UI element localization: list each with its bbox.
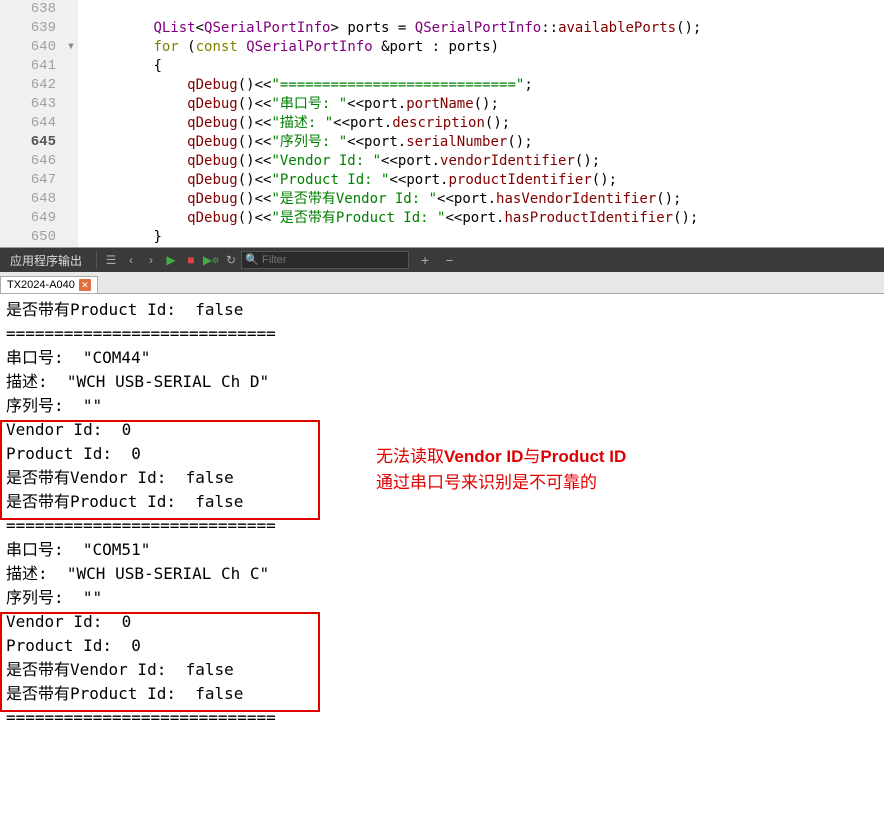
line-number: 646 [0, 152, 64, 171]
line-number: 647 [0, 171, 64, 190]
output-line: 描述: "WCH USB-SERIAL Ch C" [6, 562, 878, 586]
output-line: 描述: "WCH USB-SERIAL Ch D" [6, 370, 878, 394]
code-line[interactable]: 650 } [0, 228, 884, 247]
output-line: 是否带有Product Id: false [6, 682, 878, 706]
fold-marker [64, 114, 78, 133]
next-icon[interactable]: › [141, 250, 161, 270]
output-line: 串口号: "COM44" [6, 346, 878, 370]
code-line[interactable]: 640▾ for (const QSerialPortInfo &port : … [0, 38, 884, 57]
fold-marker [64, 95, 78, 114]
zoom-in-button[interactable]: + [417, 252, 433, 268]
code-line[interactable]: 638 [0, 0, 884, 19]
fold-marker [64, 228, 78, 247]
line-number: 640 [0, 38, 64, 57]
code-text: qDebug()<<"是否带有Product Id: "<<port.hasPr… [78, 209, 698, 228]
output-panel-label: 应用程序输出 [0, 252, 92, 269]
code-line[interactable]: 646 qDebug()<<"Vendor Id: "<<port.vendor… [0, 152, 884, 171]
output-line: ============================ [6, 322, 878, 346]
line-number: 638 [0, 0, 64, 19]
code-text: { [78, 57, 162, 76]
code-line[interactable]: 641 { [0, 57, 884, 76]
output-toolbar: 应用程序输出 ☰ ‹ › ▶ ■ ▶⚙ ↻ 🔍 + − [0, 248, 884, 272]
output-line: ============================ [6, 706, 878, 730]
code-editor[interactable]: 638639 QList<QSerialPortInfo> ports = QS… [0, 0, 884, 248]
code-line[interactable]: 642 qDebug()<<"=========================… [0, 76, 884, 95]
stop-icon[interactable]: ■ [181, 250, 201, 270]
fold-marker [64, 133, 78, 152]
output-tab[interactable]: TX2024-A040 ✕ [0, 276, 98, 293]
output-line: ============================ [6, 514, 878, 538]
code-line[interactable]: 643 qDebug()<<"串口号: "<<port.portName(); [0, 95, 884, 114]
line-number: 642 [0, 76, 64, 95]
output-tab-bar: TX2024-A040 ✕ [0, 272, 884, 294]
line-number: 645 [0, 133, 64, 152]
output-panel[interactable]: 是否带有Product Id: false===================… [0, 294, 884, 734]
annotation-text: 无法读取Vendor ID与Product ID 通过串口号来识别是不可靠的 [376, 444, 626, 496]
tree-icon[interactable]: ☰ [101, 250, 121, 270]
tab-title: TX2024-A040 [7, 279, 75, 291]
code-text: } [78, 228, 162, 247]
output-line: 串口号: "COM51" [6, 538, 878, 562]
run-settings-icon[interactable]: ▶⚙ [201, 250, 221, 270]
prev-icon[interactable]: ‹ [121, 250, 141, 270]
output-line: Vendor Id: 0 [6, 418, 878, 442]
code-line[interactable]: 644 qDebug()<<"描述: "<<port.description()… [0, 114, 884, 133]
code-text: qDebug()<<"是否带有Vendor Id: "<<port.hasVen… [78, 190, 682, 209]
close-icon[interactable]: ✕ [79, 279, 91, 291]
output-line: 是否带有Vendor Id: false [6, 658, 878, 682]
line-number: 641 [0, 57, 64, 76]
line-number: 643 [0, 95, 64, 114]
code-text: qDebug()<<"序列号: "<<port.serialNumber(); [78, 133, 533, 152]
output-line: Product Id: 0 [6, 634, 878, 658]
line-number: 650 [0, 228, 64, 247]
code-text: for (const QSerialPortInfo &port : ports… [78, 38, 499, 57]
fold-marker [64, 209, 78, 228]
code-text: QList<QSerialPortInfo> ports = QSerialPo… [78, 19, 701, 38]
code-text: qDebug()<<"描述: "<<port.description(); [78, 114, 510, 133]
code-line[interactable]: 639 QList<QSerialPortInfo> ports = QSeri… [0, 19, 884, 38]
zoom-out-button[interactable]: − [441, 252, 457, 268]
code-text: qDebug()<<"串口号: "<<port.portName(); [78, 95, 499, 114]
fold-marker [64, 171, 78, 190]
code-line[interactable]: 649 qDebug()<<"是否带有Product Id: "<<port.h… [0, 209, 884, 228]
run-icon[interactable]: ▶ [161, 250, 181, 270]
fold-marker[interactable]: ▾ [64, 38, 78, 57]
fold-marker [64, 0, 78, 19]
code-text [78, 0, 86, 19]
separator [96, 252, 97, 268]
search-icon: 🔍 [245, 253, 259, 266]
output-line: 序列号: "" [6, 394, 878, 418]
line-number: 639 [0, 19, 64, 38]
code-line[interactable]: 645 qDebug()<<"序列号: "<<port.serialNumber… [0, 133, 884, 152]
code-text: qDebug()<<"============================"… [78, 76, 533, 95]
output-line: 是否带有Product Id: false [6, 298, 878, 322]
fold-marker [64, 190, 78, 209]
code-text: qDebug()<<"Vendor Id: "<<port.vendorIden… [78, 152, 600, 171]
line-number: 649 [0, 209, 64, 228]
code-line[interactable]: 647 qDebug()<<"Product Id: "<<port.produ… [0, 171, 884, 190]
line-number: 644 [0, 114, 64, 133]
reload-icon[interactable]: ↻ [221, 250, 241, 270]
fold-marker [64, 57, 78, 76]
output-line: 序列号: "" [6, 586, 878, 610]
filter-input[interactable] [241, 251, 409, 269]
fold-marker [64, 19, 78, 38]
output-line: Vendor Id: 0 [6, 610, 878, 634]
fold-marker [64, 152, 78, 171]
code-text: qDebug()<<"Product Id: "<<port.productId… [78, 171, 617, 190]
code-line[interactable]: 648 qDebug()<<"是否带有Vendor Id: "<<port.ha… [0, 190, 884, 209]
filter-wrap: 🔍 [241, 251, 409, 269]
fold-marker [64, 76, 78, 95]
line-number: 648 [0, 190, 64, 209]
